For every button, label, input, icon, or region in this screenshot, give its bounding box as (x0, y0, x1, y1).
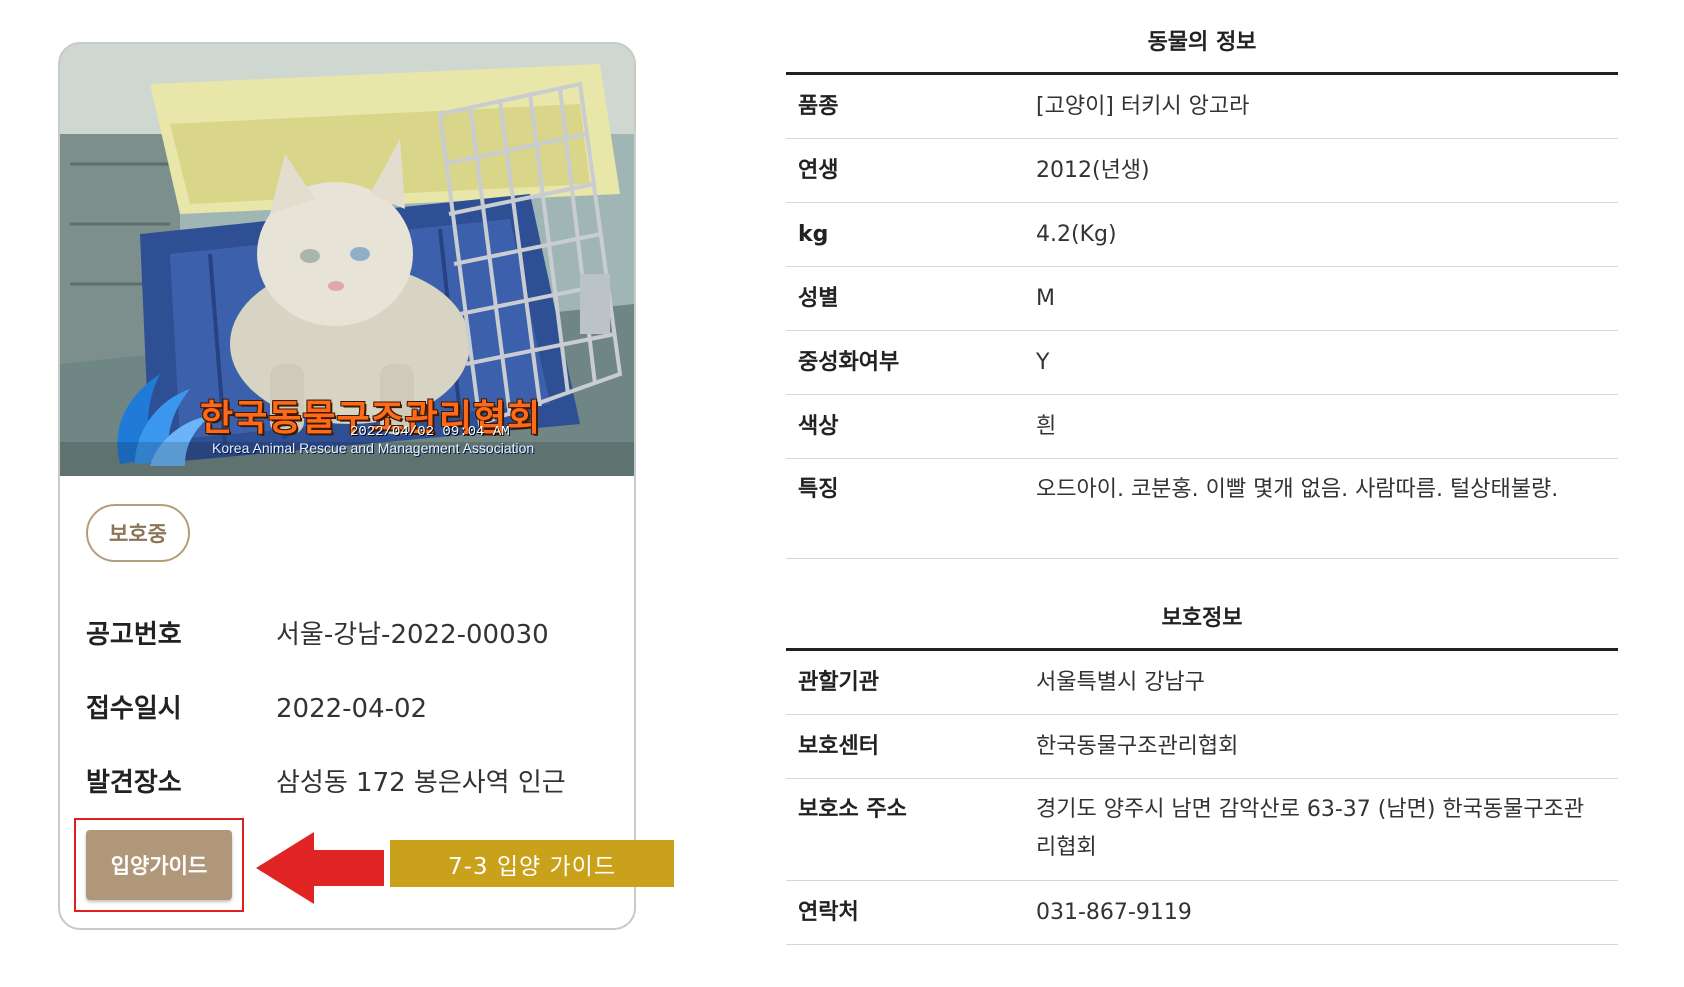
table-row: 보호소 주소 경기도 양주시 남면 감악산로 63-37 (남면) 한국동물구조… (786, 779, 1618, 881)
shelter-info-table: 관할기관 서울특별시 강남구 보호센터 한국동물구조관리협회 보호소 주소 경기… (786, 648, 1618, 945)
table-row: 품종 [고양이] 터키시 앙고라 (786, 75, 1618, 139)
table-row: 색상 흰 (786, 395, 1618, 459)
table-row: 보호센터 한국동물구조관리협회 (786, 715, 1618, 779)
table-row: 성별 M (786, 267, 1618, 331)
table-key: kg (798, 221, 829, 247)
red-arrow-icon (256, 832, 384, 904)
table-key: 성별 (798, 285, 839, 311)
table-key: 연락처 (798, 899, 859, 925)
table-key: 특징 (798, 477, 839, 502)
table-value: 4.2(Kg) (1036, 221, 1117, 247)
info-value: 삼성동 172 봉은사역 인근 (276, 768, 566, 798)
table-value: 오드아이. 코분홍. 이빨 몇개 없음. 사람따름. 털상태불량. (1036, 477, 1559, 502)
info-row-found-location: 발견장소 삼성동 172 봉은사역 인근 (86, 762, 566, 799)
info-value: 2022-04-02 (276, 694, 428, 724)
table-value: 031-867-9119 (1036, 899, 1192, 925)
table-key: 색상 (798, 413, 839, 439)
adopt-button-highlight: 입양가이드 (74, 818, 244, 912)
table-row: 중성화여부 Y (786, 331, 1618, 395)
animal-photo: 한국동물구조관리협회 2022/04/02 09:04 AM Korea Ani… (60, 44, 634, 476)
info-label: 발견장소 (86, 768, 182, 798)
table-value: 한국동물구조관리협회 (1036, 733, 1239, 759)
table-key: 중성화여부 (798, 349, 900, 375)
table-value: 경기도 양주시 남면 감악산로 63-37 (남면) 한국동물구조관리협회 (1036, 797, 1585, 860)
adoption-guide-button[interactable]: 입양가이드 (86, 830, 232, 900)
table-key: 연생 (798, 157, 839, 183)
table-value: Y (1036, 349, 1050, 375)
animal-info-table: 품종 [고양이] 터키시 앙고라 연생 2012(년생) kg 4.2(Kg) … (786, 72, 1618, 559)
info-value: 서울-강남-2022-00030 (276, 620, 549, 650)
photo-timestamp: 2022/04/02 09:04 AM (350, 424, 510, 440)
table-row: 특징 오드아이. 코분홍. 이빨 몇개 없음. 사람따름. 털상태불량. (786, 459, 1618, 559)
table-key: 보호센터 (798, 733, 879, 759)
info-label: 접수일시 (86, 694, 182, 724)
table-value: M (1036, 285, 1055, 311)
table-row: 연생 2012(년생) (786, 139, 1618, 203)
info-label: 공고번호 (86, 620, 182, 650)
table-key: 품종 (798, 93, 839, 119)
table-key: 관할기관 (798, 669, 879, 695)
annotation-label: 7-3 입양 가이드 (390, 840, 674, 887)
info-row-received-date: 접수일시 2022-04-02 (86, 688, 427, 725)
info-row-notice-number: 공고번호 서울-강남-2022-00030 (86, 614, 549, 651)
watermark-english: Korea Animal Rescue and Management Assoc… (212, 440, 535, 456)
table-value: [고양이] 터키시 앙고라 (1036, 93, 1250, 119)
animal-info-title: 동물의 정보 (1147, 30, 1257, 55)
table-value: 서울특별시 강남구 (1036, 669, 1205, 695)
table-value: 2012(년생) (1036, 157, 1150, 183)
animal-card: 한국동물구조관리협회 2022/04/02 09:04 AM Korea Ani… (58, 42, 636, 930)
status-badge: 보호중 (86, 504, 190, 562)
table-key: 보호소 주소 (798, 797, 907, 822)
table-value: 흰 (1036, 413, 1057, 439)
table-row: 관할기관 서울특별시 강남구 (786, 651, 1618, 715)
table-row: 연락처 031-867-9119 (786, 881, 1618, 945)
table-row: kg 4.2(Kg) (786, 203, 1618, 267)
shelter-info-title: 보호정보 (1161, 606, 1243, 631)
